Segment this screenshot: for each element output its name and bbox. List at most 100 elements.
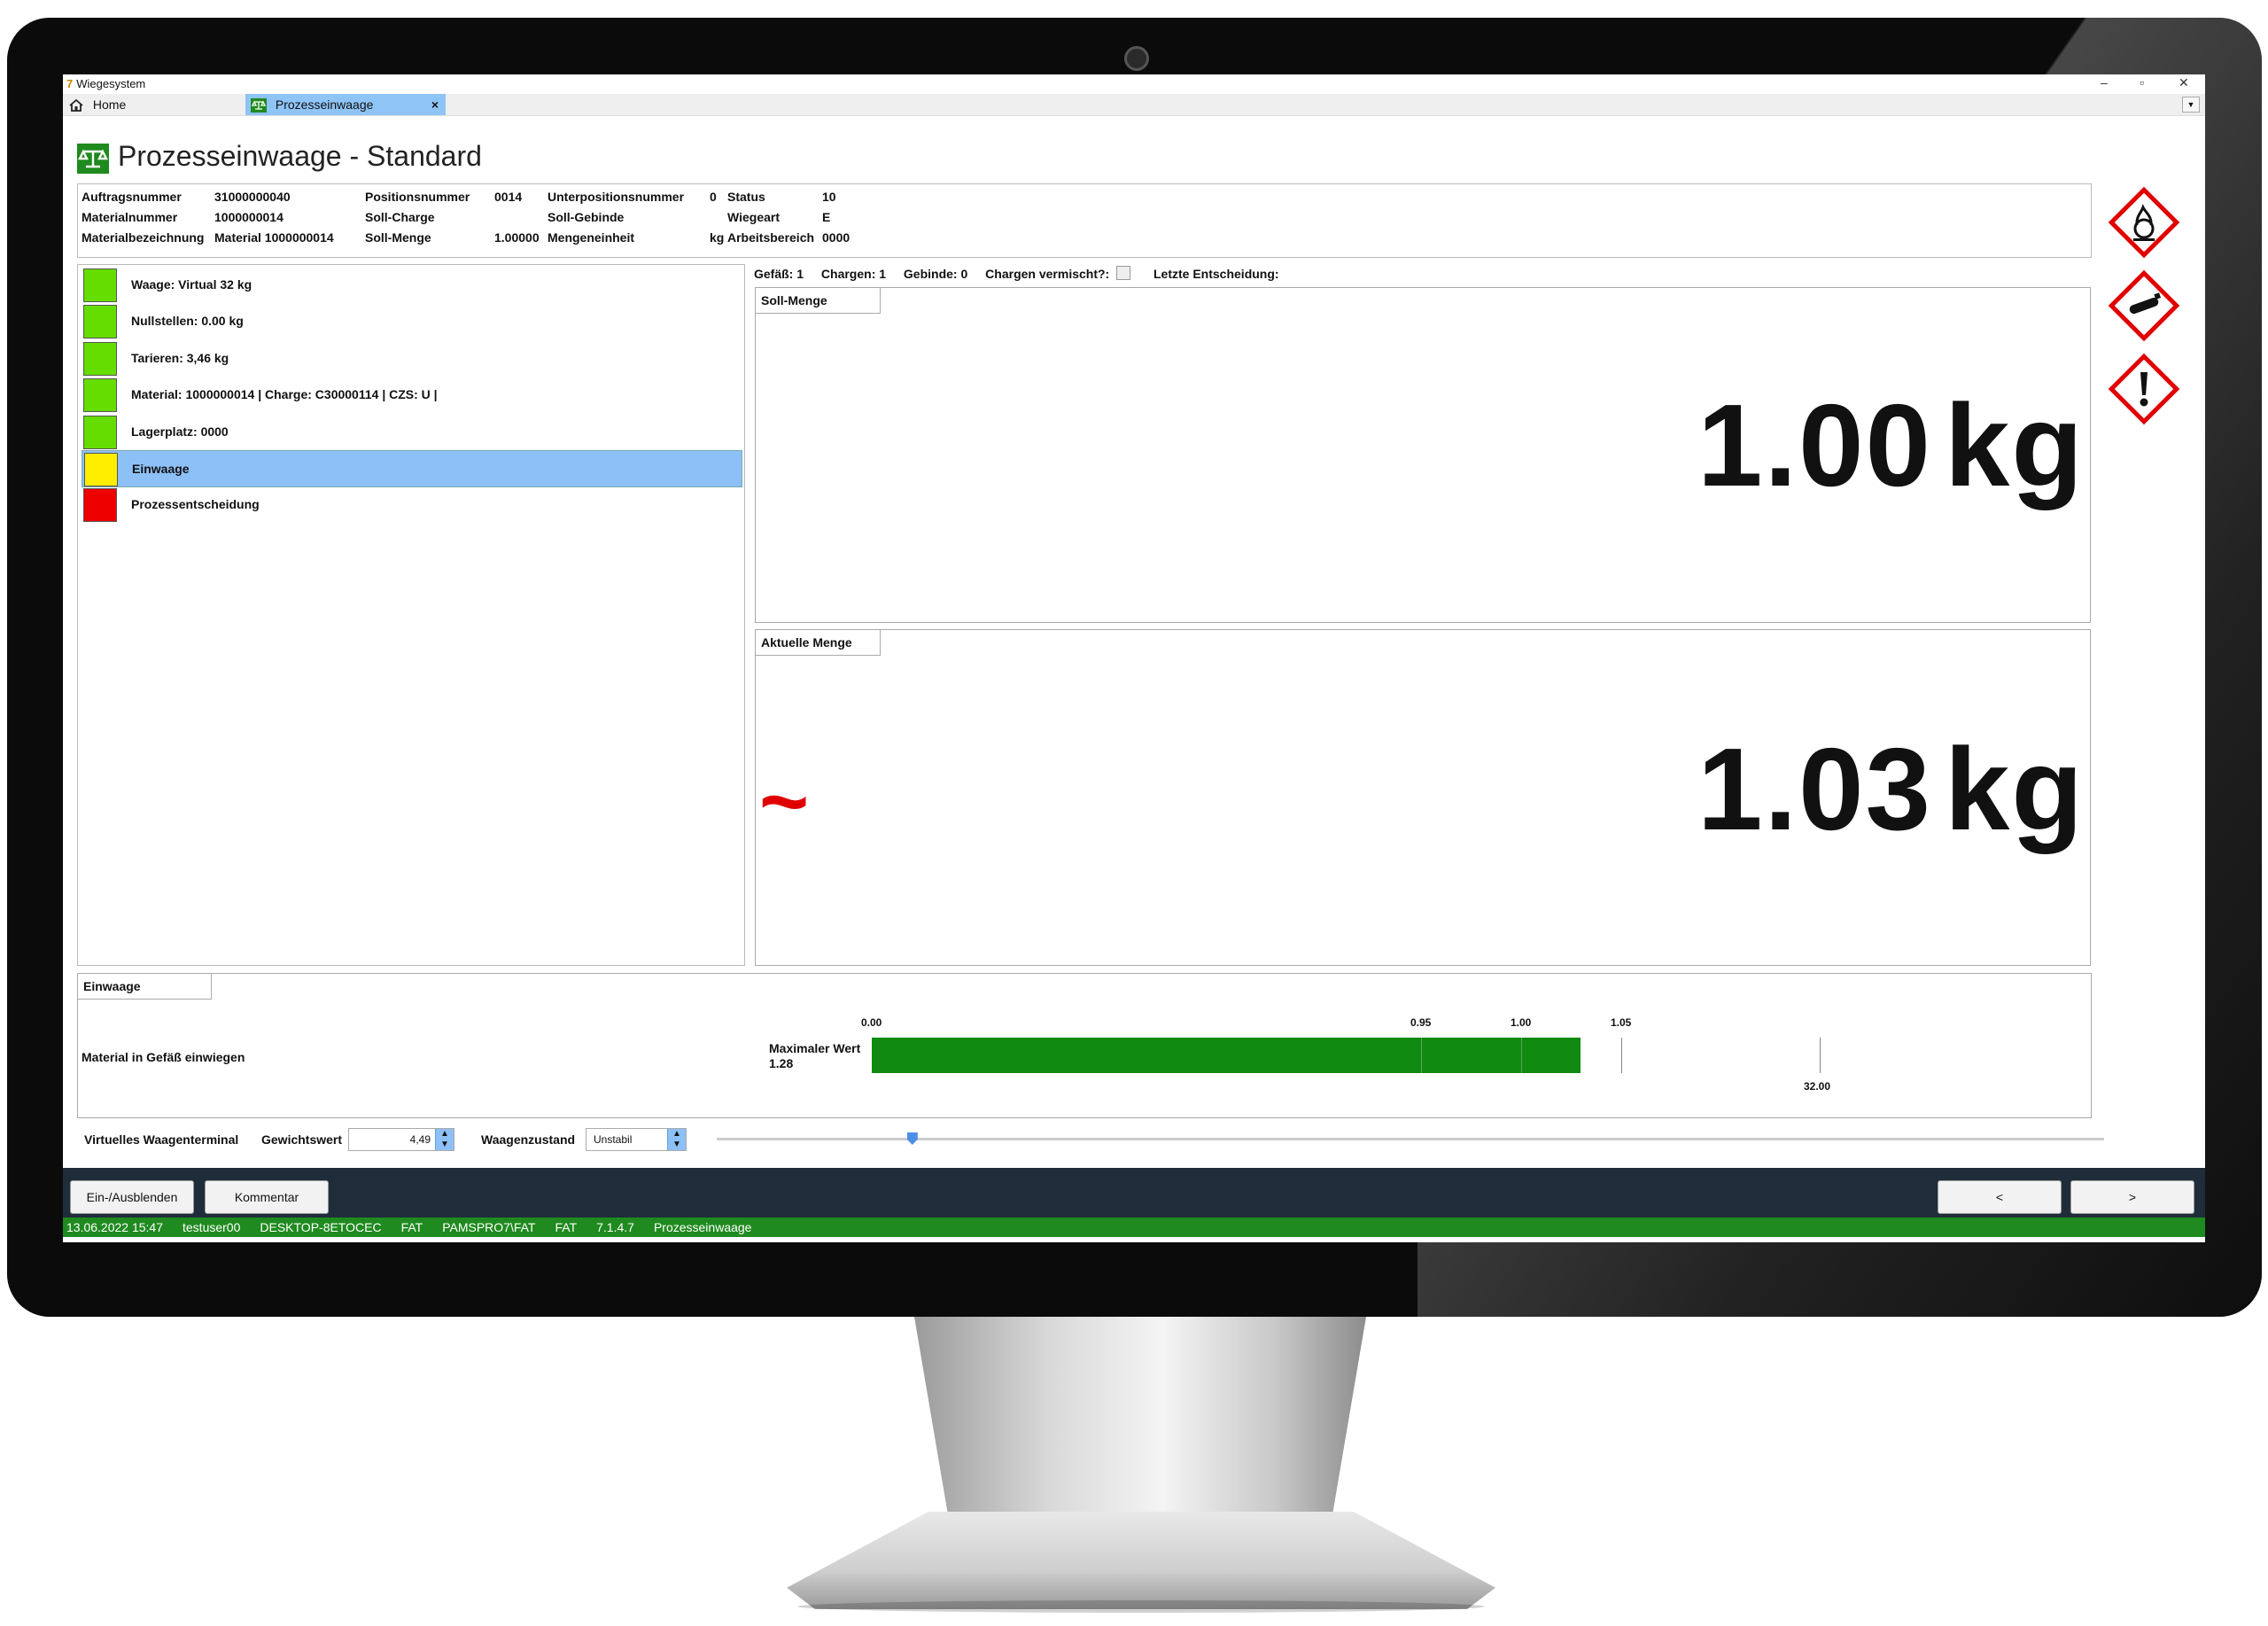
previous-button[interactable]: < [1938, 1180, 2062, 1214]
auftragsnummer-value: 31000000040 [214, 190, 291, 204]
step-item[interactable]: Waage: Virtual 32 kg [82, 267, 741, 302]
gas-cylinder-icon [2108, 269, 2180, 342]
scale-state-value: Unstabil [594, 1133, 633, 1146]
status-field: Prozesseinwaage [653, 1220, 752, 1234]
scale-state-select[interactable]: Unstabil ▲ ▼ [586, 1128, 687, 1151]
weight-value: 4,49 [409, 1133, 431, 1146]
virtual-terminal-label: Virtuelles Waagenterminal [84, 1132, 239, 1147]
tick-label: 0.95 [1410, 1016, 1432, 1029]
step-label: Waage: Virtual 32 kg [131, 277, 252, 292]
tolerance-scale: 0.00 0.95 1.00 1.05 32.00 [861, 1016, 1864, 1114]
status-field: DESKTOP-8ETOCEC [260, 1220, 382, 1234]
arbeitsbereich-label: Arbeitsbereich [727, 230, 815, 245]
einwaage-panel: Einwaage Material in Gefäß einwiegen Max… [77, 973, 2092, 1118]
status-field: FAT [555, 1220, 578, 1234]
weight-slider[interactable] [717, 1132, 2104, 1145]
wiegeart-label: Wiegeart [727, 210, 781, 224]
window-titlebar: 7 Wiegesystem – ▫ ✕ [63, 74, 2205, 94]
page-title: Prozesseinwaage - Standard [77, 140, 482, 174]
step-item[interactable]: Material: 1000000014 | Charge: C30000114… [82, 377, 741, 413]
chargen-count: Chargen: 1 [820, 267, 887, 281]
status-field: FAT [400, 1220, 423, 1234]
scale-end-label: 32.00 [1804, 1080, 1831, 1093]
status-field: 13.06.2022 15:47 [66, 1220, 163, 1234]
weight-label: Gewichtswert [261, 1132, 343, 1147]
home-icon [69, 99, 83, 113]
mengeneinheit-value: kg [710, 230, 725, 245]
step-label: Prozessentscheidung [131, 497, 260, 512]
soll-menge-number: 1.00 [1697, 380, 1932, 510]
maximize-button[interactable]: ▫ [2140, 75, 2144, 89]
tick-label: 1.05 [1611, 1016, 1632, 1029]
step-item[interactable]: Tarieren: 3,46 kg [82, 340, 741, 376]
soll-menge-display: 1.00 kg [1697, 378, 2085, 512]
scale-end-tick [1820, 1038, 1821, 1073]
step-status-indicator [83, 378, 117, 413]
einwaage-instruction: Material in Gefäß einwiegen [82, 1050, 245, 1064]
aktuelle-menge-caption: Aktuelle Menge [756, 630, 881, 656]
step-status-indicator [83, 488, 117, 523]
minimize-button[interactable]: – [2101, 75, 2108, 89]
materialbezeichnung-value: Material 1000000014 [214, 230, 334, 245]
step-item[interactable]: Einwaage [82, 450, 742, 487]
weight-slider-thumb[interactable] [906, 1132, 918, 1145]
max-value: 1.28 [769, 1056, 794, 1070]
aktuelle-menge-number: 1.03 [1697, 724, 1932, 854]
aktuelle-menge-panel: Aktuelle Menge ~ 1.03 kg [755, 629, 2091, 966]
positionsnummer-label: Positionsnummer [365, 190, 470, 204]
oxidizing-flame-icon [2108, 186, 2180, 259]
weight-stepper[interactable]: 4,49 ▲ ▼ [348, 1128, 454, 1151]
max-value-label: Maximaler Wert [769, 1041, 861, 1055]
chargen-vermischt-checkbox[interactable] [1116, 266, 1131, 280]
step-label: Tarieren: 3,46 kg [131, 350, 229, 365]
status-field: PAMSPRO7\FAT [442, 1220, 536, 1234]
soll-charge-label: Soll-Charge [365, 210, 435, 224]
soll-menge-unit: kg [1944, 380, 2085, 510]
materialnummer-value: 1000000014 [214, 210, 284, 224]
arbeitsbereich-value: 0000 [822, 230, 850, 245]
gefaess-count: Gefäß: 1 [754, 267, 804, 281]
toggle-visibility-button[interactable]: Ein-/Ausblenden [70, 1180, 194, 1214]
step-item[interactable]: Prozessentscheidung [82, 486, 741, 523]
tab-prozesseinwaage[interactable]: Prozesseinwaage × [245, 94, 446, 115]
soll-menge-panel: Soll-Menge 1.00 kg [755, 287, 2091, 623]
tab-prozesseinwaage-label: Prozesseinwaage [275, 97, 374, 112]
comment-button[interactable]: Kommentar [205, 1180, 329, 1214]
einwaage-caption: Einwaage [78, 974, 212, 1000]
aktuelle-menge-display: 1.03 kg [1697, 722, 2085, 856]
tolerance-bar-track [872, 1038, 1846, 1073]
weight-spin-buttons[interactable]: ▲ ▼ [435, 1129, 454, 1150]
step-label: Einwaage [132, 462, 190, 476]
step-status-indicator [83, 415, 117, 449]
tick-mark [1421, 1038, 1422, 1073]
scale-state-label: Waagenzustand [481, 1132, 576, 1147]
aktuelle-menge-unit: kg [1944, 724, 2085, 854]
tolerance-bar-fill [872, 1038, 1581, 1073]
status-value: 10 [822, 190, 836, 204]
einwaage-caption-frame: Einwaage [78, 974, 212, 1000]
order-info-panel: Auftragsnummer 31000000040 Materialnumme… [77, 183, 2092, 258]
tick-mark [1621, 1038, 1622, 1073]
step-item[interactable]: Nullstellen: 0.00 kg [82, 303, 741, 339]
tab-home[interactable]: Home [68, 94, 245, 115]
step-item[interactable]: Lagerplatz: 0000 [82, 414, 741, 449]
step-label: Lagerplatz: 0000 [131, 424, 229, 439]
status-label: Status [727, 190, 765, 204]
tab-bar: Home Prozesseinwaage × ▼ [63, 94, 2205, 116]
soll-menge-label: Soll-Menge [365, 230, 431, 245]
step-label: Material: 1000000014 | Charge: C30000114… [131, 387, 438, 402]
soll-gebinde-label: Soll-Gebinde [548, 210, 625, 224]
next-button[interactable]: > [2070, 1180, 2194, 1214]
page-title-text: Prozesseinwaage - Standard [118, 140, 482, 172]
tab-home-label: Home [92, 97, 127, 112]
screen: 7 Wiegesystem – ▫ ✕ Home Prozesseinwaage … [63, 74, 2205, 1242]
gebinde-count: Gebinde: 0 [903, 267, 968, 281]
letzte-entscheidung-label: Letzte Entscheidung: [1153, 267, 1279, 281]
tab-dropdown-button[interactable]: ▼ [2182, 97, 2200, 113]
tab-close-button[interactable]: × [431, 94, 439, 115]
close-button[interactable]: ✕ [2179, 75, 2189, 90]
scale-icon [77, 143, 109, 174]
scale-state-spin[interactable]: ▲ ▼ [667, 1129, 686, 1150]
status-field: 7.1.4.7 [596, 1220, 634, 1234]
wiegeart-value: E [822, 210, 831, 224]
